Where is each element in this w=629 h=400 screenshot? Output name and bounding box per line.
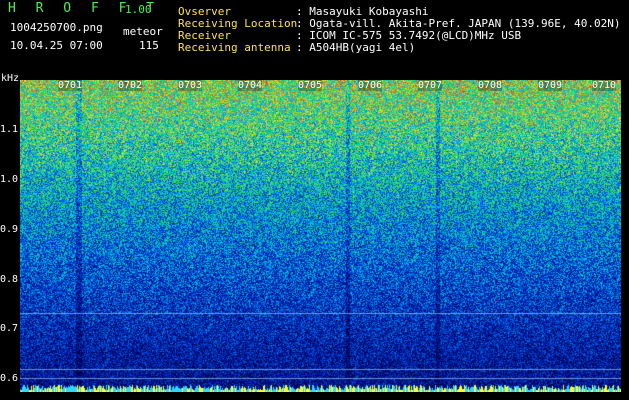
header-panel: H R O F F T 1.00 1004250700.png 10.04.25… [0, 0, 629, 78]
x-tick-label: 0701 [58, 80, 83, 91]
x-tick-label: 0702 [118, 80, 143, 91]
antenna-value: : A504HB(yagi 4el) [296, 41, 416, 54]
x-tick-label: 0709 [538, 80, 563, 91]
y-tick-label: 1.0 [0, 174, 19, 185]
x-tick-label: 0707 [418, 80, 443, 91]
meteor-count-value: 115 [139, 39, 159, 52]
x-tick-label: 0704 [238, 80, 263, 91]
y-tick-label: 0.8 [0, 274, 19, 285]
y-axis-unit: kHz [1, 73, 20, 84]
antenna-label: Receiving antenna [178, 41, 291, 54]
bottom-strip [0, 392, 629, 400]
app-version: 1.00 [125, 3, 152, 16]
x-tick-label: 0710 [592, 80, 617, 91]
datetime: 10.04.25 07:00 [10, 39, 103, 52]
x-tick-label: 0703 [178, 80, 203, 91]
spectrogram-image [20, 80, 621, 392]
y-tick-label: 0.7 [0, 323, 19, 334]
y-tick-label: 0.6 [0, 373, 19, 384]
y-tick-label: 0.9 [0, 224, 19, 235]
x-tick-label: 0705 [298, 80, 323, 91]
filename: 1004250700.png [10, 21, 103, 34]
x-tick-label: 0708 [478, 80, 503, 91]
y-tick-label: 1.1 [0, 124, 19, 135]
meteor-count-label: meteor [123, 25, 163, 38]
x-tick-label: 0706 [358, 80, 383, 91]
